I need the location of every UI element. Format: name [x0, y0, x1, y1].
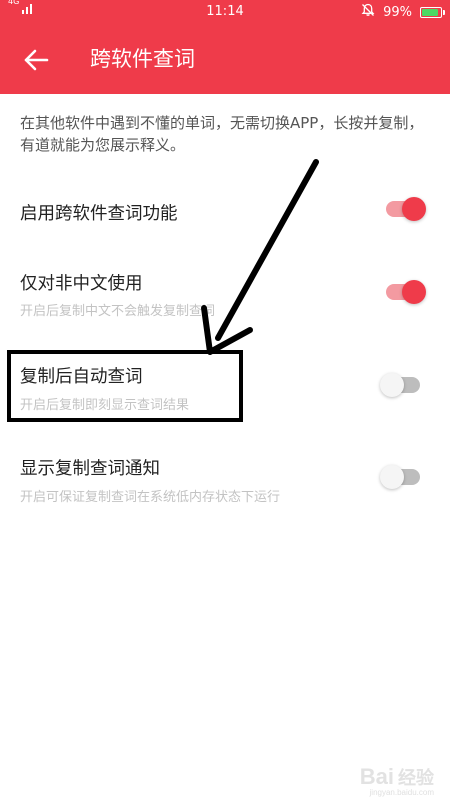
battery-level-fill [422, 8, 438, 16]
arrow-left-icon [24, 49, 49, 71]
setting-title: 仅对非中文使用 [20, 274, 143, 294]
app-bar: 跨软件查词 [0, 24, 450, 94]
setting-row-show-notification[interactable]: 显示复制查词通知 开启可保证复制查词在系统低内存状态下运行 [0, 450, 450, 510]
setting-title: 显示复制查词通知 [20, 459, 160, 479]
toggle-knob [380, 465, 404, 489]
toggle-knob [402, 197, 426, 221]
setting-title: 启用跨软件查词功能 [20, 204, 178, 224]
page-title: 跨软件查词 [90, 47, 195, 71]
watermark-url: jingyan.baidu.com [369, 788, 434, 797]
battery-charging-icon [420, 6, 445, 18]
toggle-switch[interactable] [386, 197, 426, 221]
setting-row-enable-cross-app[interactable]: 启用跨软件查词功能 [0, 192, 450, 232]
setting-row-non-chinese-only[interactable]: 仅对非中文使用 开启后复制中文不会触发复制查词 [0, 265, 450, 325]
watermark-logo-cn: 经验 [398, 768, 434, 788]
watermark-logo: Bai [359, 764, 394, 789]
back-button[interactable] [18, 42, 54, 78]
toggle-knob [380, 373, 404, 397]
setting-subtitle: 开启可保证复制查词在系统低内存状态下运行 [20, 490, 281, 505]
toggle-knob [402, 280, 426, 304]
feature-description: 在其他软件中遇到不懂的单词，无需切换APP，长按并复制，有道就能为您展示释义。 [20, 114, 424, 154]
toggle-switch[interactable] [386, 280, 426, 304]
toggle-switch[interactable] [380, 373, 420, 397]
highlight-box-annotation [7, 350, 243, 422]
baidu-jingyan-watermark: Bai 经验 jingyan.baidu.com [359, 764, 434, 797]
toggle-switch[interactable] [380, 465, 420, 489]
setting-subtitle: 开启后复制中文不会触发复制查词 [20, 304, 216, 319]
status-bar: 4G 11:14 99% [0, 0, 450, 24]
battery-percent: 99% [383, 4, 412, 20]
bell-off-icon [361, 3, 375, 21]
